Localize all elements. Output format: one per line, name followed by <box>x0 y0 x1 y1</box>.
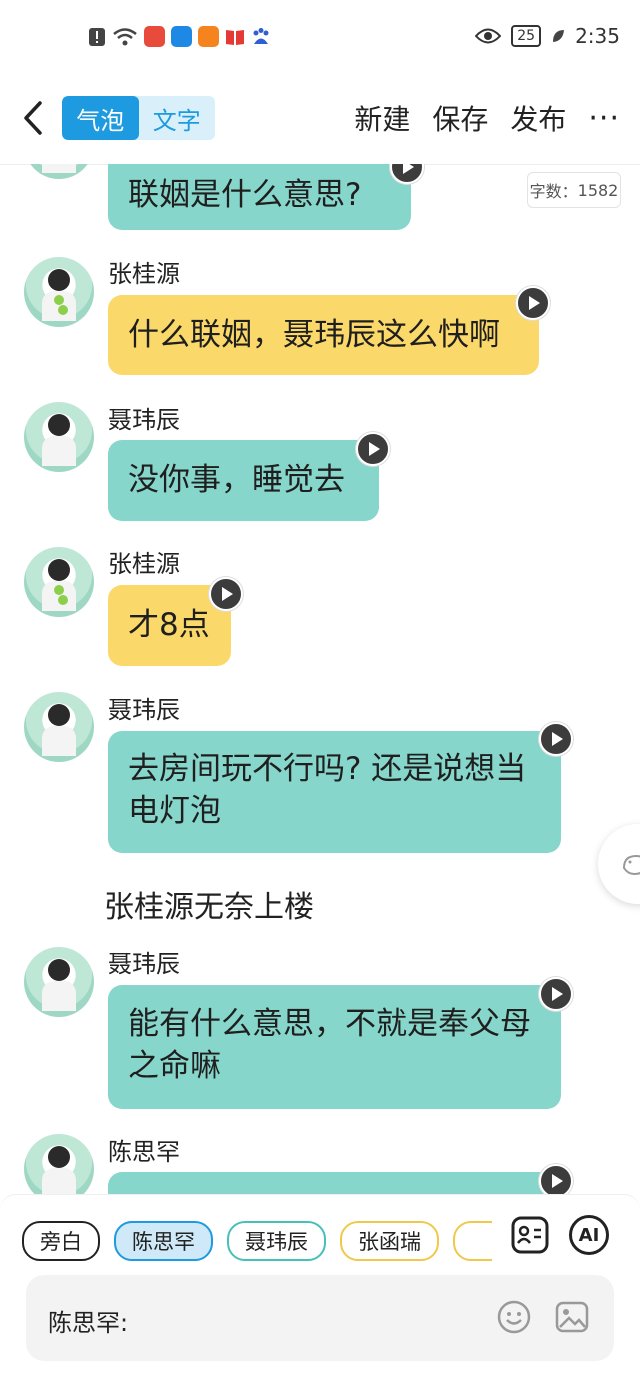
avatar[interactable] <box>24 402 94 472</box>
speaker-name: 聂玮辰 <box>108 406 180 434</box>
speaker-name: 聂玮辰 <box>108 950 180 978</box>
message-text-line: 之命嘛 <box>128 1048 221 1084</box>
message-text: 才8点 <box>128 607 210 643</box>
message-bubble[interactable]: 什么联姻，聂玮辰这么快啊 <box>108 295 539 375</box>
message-bubble[interactable] <box>108 1172 561 1194</box>
wifi-icon <box>113 27 137 45</box>
header-actions: 新建 保存 发布 ··· <box>354 98 620 138</box>
speaker-chip-narration[interactable]: 旁白 <box>22 1221 100 1261</box>
word-count-value: 1582 <box>577 180 619 200</box>
word-count-label: 字数： <box>529 182 578 201</box>
bird-icon <box>622 854 640 876</box>
word-count-badge: 字数： 1582 <box>527 172 621 208</box>
speaker-name: 张桂源 <box>108 260 180 288</box>
app-red-icon <box>144 26 165 47</box>
composer-panel: 旁白 陈思罕 聂玮辰 张函瑞 AI 陈思罕: <box>0 1194 640 1388</box>
status-bar: 25 2:35 <box>0 0 640 72</box>
mode-toggle: 气泡 文字 <box>62 96 215 140</box>
speaker-chips[interactable]: 旁白 陈思罕 聂玮辰 张函瑞 <box>22 1221 492 1261</box>
narration-text[interactable]: 张桂源无奈上楼 <box>104 882 314 926</box>
message-bubble[interactable]: 联姻是什么意思? <box>108 164 411 230</box>
floating-helper-button[interactable] <box>598 824 640 904</box>
tab-bubble[interactable]: 气泡 <box>62 96 139 140</box>
message-bubble[interactable]: 没你事，睡觉去 <box>108 440 379 521</box>
leaf-icon <box>553 30 565 42</box>
new-button[interactable]: 新建 <box>354 98 410 138</box>
app-blue-icon <box>171 26 192 47</box>
message-text: 联姻是什么意思? <box>128 177 362 213</box>
message-bubble[interactable]: 去房间玩不行吗? 还是说想当 电灯泡 <box>108 731 561 853</box>
play-voice-icon[interactable] <box>539 977 573 1011</box>
message-text: 什么联姻，聂玮辰这么快啊 <box>128 317 500 353</box>
status-right: 25 2:35 <box>475 24 620 48</box>
speaker-chip-selected[interactable]: 陈思罕 <box>114 1221 213 1261</box>
top-toolbar: 气泡 文字 新建 保存 发布 ··· <box>0 72 640 165</box>
more-menu-button[interactable]: ··· <box>588 101 620 136</box>
app-orange-icon <box>198 26 219 47</box>
speaker-chip[interactable]: 张函瑞 <box>340 1221 439 1261</box>
avatar[interactable] <box>24 947 94 1017</box>
speaker-name: 张桂源 <box>108 550 180 578</box>
book-icon <box>226 29 244 45</box>
speaker-chip-partial[interactable] <box>453 1221 492 1261</box>
message-text-line: 去房间玩不行吗? 还是说想当 <box>128 751 527 787</box>
message-text-line: 电灯泡 <box>128 793 221 829</box>
input-speaker-label: 陈思罕: <box>48 1309 129 1337</box>
chat-area[interactable]: 联姻是什么意思? 字数： 1582 张桂源 什么联姻，聂玮辰这么快啊 聂玮辰 没你… <box>0 164 640 1194</box>
baidu-icon <box>253 27 269 44</box>
speaker-chip[interactable]: 聂玮辰 <box>227 1221 326 1261</box>
ai-button[interactable]: AI <box>569 1215 609 1255</box>
avatar[interactable] <box>24 1134 94 1194</box>
emoji-icon[interactable] <box>496 1299 532 1335</box>
back-arrow-icon[interactable] <box>20 100 48 136</box>
play-voice-icon[interactable] <box>539 1164 573 1194</box>
message-input[interactable] <box>136 1297 480 1339</box>
eye-icon <box>475 28 502 44</box>
tab-text[interactable]: 文字 <box>139 96 216 140</box>
status-icons <box>88 26 271 47</box>
play-voice-icon[interactable] <box>539 722 573 756</box>
avatar[interactable] <box>24 547 94 617</box>
play-voice-icon[interactable] <box>356 432 390 466</box>
message-bubble[interactable]: 能有什么意思，不就是奉父母 之命嘛 <box>108 985 561 1109</box>
character-card-icon[interactable] <box>510 1215 550 1255</box>
speaker-name: 聂玮辰 <box>108 696 180 724</box>
avatar[interactable] <box>24 257 94 327</box>
message-input-box[interactable]: 陈思罕: <box>26 1275 614 1361</box>
save-button[interactable]: 保存 <box>432 98 488 138</box>
play-voice-icon[interactable] <box>209 577 243 611</box>
play-voice-icon[interactable] <box>516 286 550 320</box>
avatar[interactable] <box>24 164 94 179</box>
message-text: 没你事，睡觉去 <box>128 462 345 498</box>
speaker-name: 陈思罕 <box>108 1138 180 1166</box>
message-text-line: 能有什么意思，不就是奉父母 <box>128 1006 531 1042</box>
avatar[interactable] <box>24 692 94 762</box>
publish-button[interactable]: 发布 <box>510 98 566 138</box>
alert-icon <box>89 27 105 46</box>
clock: 2:35 <box>575 24 620 48</box>
battery-level: 25 <box>511 25 542 47</box>
image-icon[interactable] <box>554 1299 590 1335</box>
